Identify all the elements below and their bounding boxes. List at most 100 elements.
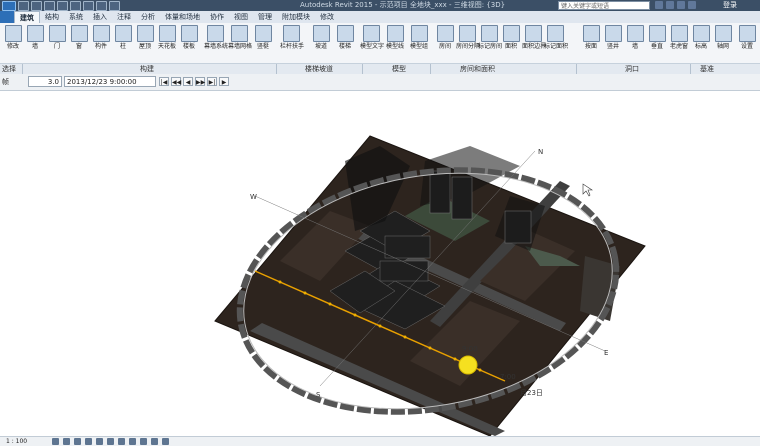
ribbon-button-3[interactable]: 窗	[68, 24, 90, 62]
application-menu-button[interactable]	[0, 11, 14, 23]
open-icon[interactable]	[18, 0, 29, 11]
tab-8[interactable]: 视图	[229, 11, 253, 23]
lock-view-icon[interactable]	[118, 438, 125, 445]
tab-11[interactable]: 修改	[315, 11, 339, 23]
ribbon-button-11[interactable]: 竖梃	[252, 24, 274, 62]
highlight-icon[interactable]	[162, 438, 169, 445]
ribbon-button-label: 构件	[94, 43, 107, 50]
ribbon-button-15[interactable]: 模型文字	[360, 24, 384, 62]
ribbon-button-0[interactable]: 修改	[2, 24, 24, 62]
ribbon-button-9[interactable]: 幕墙系统	[204, 24, 228, 62]
play-button[interactable]: ▶	[219, 77, 229, 86]
ribbon-button-6[interactable]: 屋顶	[134, 24, 156, 62]
ribbon-button-29[interactable]: 标高	[690, 24, 712, 62]
tab-9[interactable]: 管理	[253, 11, 277, 23]
panel-label-4[interactable]: 房间和面积	[460, 64, 495, 74]
ribbon-button-14[interactable]: 楼梯	[334, 24, 356, 62]
panel-label-5[interactable]: 洞口	[625, 64, 639, 74]
ribbon-button-13[interactable]: 坡道	[310, 24, 332, 62]
ribbon-button-17[interactable]: 模型组	[408, 24, 430, 62]
reveal-hidden-icon[interactable]	[140, 438, 147, 445]
prev-key-button[interactable]: ◀	[183, 77, 193, 86]
end-time-label: 7:00	[500, 373, 516, 381]
sun-marker[interactable]	[458, 355, 478, 375]
ribbon-button-8[interactable]: 楼板	[178, 24, 200, 62]
ribbon-button-5[interactable]: 柱	[112, 24, 134, 62]
ribbon-button-label: 屋顶	[138, 43, 151, 50]
sun-path-icon[interactable]	[74, 438, 81, 445]
3d-viewport[interactable]: 9:00 7:00 月23日 N S E W	[0, 91, 760, 437]
datetime-input[interactable]: 2013/12/23 9:00:00	[64, 76, 156, 87]
tab-0[interactable]: 建筑	[14, 11, 40, 23]
ribbon-button-23[interactable]: 标记面积	[544, 24, 568, 62]
crop-view-icon[interactable]	[96, 438, 103, 445]
ribbon-button-25[interactable]: 竖井	[602, 24, 624, 62]
ribbon-button-4[interactable]: 构件	[90, 24, 112, 62]
temp-hide-icon[interactable]	[129, 438, 136, 445]
tab-2[interactable]: 系统	[64, 11, 88, 23]
ribbon-button-28[interactable]: 老虎窗	[668, 24, 690, 62]
shadows-icon[interactable]	[85, 438, 92, 445]
panel-label-6[interactable]: 基准	[700, 64, 714, 74]
next-key-button[interactable]: ▶▶	[195, 77, 205, 86]
ribbon-button-label: 楼梯	[338, 43, 351, 50]
component-icon	[92, 25, 110, 42]
ribbon-button-31[interactable]: 设置	[736, 24, 758, 62]
search-input[interactable]: 键入关键字或短语	[558, 1, 650, 10]
tab-10[interactable]: 附加模块	[277, 11, 315, 23]
ribbon-button-20[interactable]: 标记房间	[478, 24, 502, 62]
frame-input[interactable]: 3.0	[28, 76, 62, 87]
panel-label-2[interactable]: 楼梯坡道	[305, 64, 333, 74]
mouse-cursor-icon	[582, 183, 593, 197]
first-frame-button[interactable]: |◀	[159, 77, 169, 86]
text-icon[interactable]	[96, 0, 107, 11]
print-icon[interactable]	[70, 0, 81, 11]
ribbon-button-30[interactable]: 轴网	[712, 24, 734, 62]
user-icon[interactable]	[688, 1, 696, 9]
star-icon[interactable]	[677, 1, 685, 9]
ribbon-button-7[interactable]: 天花板	[156, 24, 178, 62]
tag-area-icon	[546, 25, 564, 42]
model-group-icon	[410, 25, 428, 42]
revit-logo-icon[interactable]	[2, 0, 16, 11]
save-icon[interactable]	[31, 0, 42, 11]
prev-frame-button[interactable]: ◀◀	[171, 77, 181, 86]
tab-1[interactable]: 结构	[40, 11, 64, 23]
last-frame-button[interactable]: ▶|	[207, 77, 217, 86]
panel-label-3[interactable]: 模型	[392, 64, 406, 74]
analysis-icon[interactable]	[151, 438, 158, 445]
tab-5[interactable]: 分析	[136, 11, 160, 23]
ribbon-button-label: 楼板	[182, 43, 195, 50]
ribbon-button-1[interactable]: 墙	[24, 24, 46, 62]
visual-style-icon[interactable]	[63, 438, 70, 445]
ribbon-button-18[interactable]: 房间	[434, 24, 456, 62]
show-crop-icon[interactable]	[107, 438, 114, 445]
panel-label-1[interactable]: 构建	[140, 64, 154, 74]
ribbon-button-19[interactable]: 房间分隔	[456, 24, 480, 62]
ribbon-button-21[interactable]: 面积	[500, 24, 522, 62]
measure-icon[interactable]	[83, 0, 94, 11]
ribbon-button-12[interactable]: 栏杆扶手	[280, 24, 304, 62]
subscription-icon[interactable]	[666, 1, 674, 9]
login-button[interactable]: 登录	[723, 0, 737, 11]
ribbon-button-2[interactable]: 门	[46, 24, 68, 62]
sun-time-label: 9:00	[462, 345, 478, 353]
redo-icon[interactable]	[57, 0, 68, 11]
ribbon-button-26[interactable]: 墙	[624, 24, 646, 62]
binoculars-icon[interactable]	[655, 1, 663, 9]
ribbon-button-label: 幕墙网格	[228, 43, 253, 50]
tab-4[interactable]: 注释	[112, 11, 136, 23]
tab-7[interactable]: 协作	[205, 11, 229, 23]
ribbon-button-24[interactable]: 按面	[580, 24, 602, 62]
detail-level-icon[interactable]	[52, 438, 59, 445]
tab-6[interactable]: 体量和场地	[160, 11, 205, 23]
panel-label-0[interactable]: 选择	[2, 64, 16, 74]
ribbon-button-16[interactable]: 模型线	[384, 24, 406, 62]
3d-view-icon[interactable]	[109, 0, 120, 11]
ribbon-button-10[interactable]: 幕墙网格	[228, 24, 253, 62]
ribbon-button-27[interactable]: 垂直	[646, 24, 668, 62]
shaft-icon	[604, 25, 622, 42]
tab-3[interactable]: 插入	[88, 11, 112, 23]
undo-icon[interactable]	[44, 0, 55, 11]
ribbon-button-22[interactable]: 面积边界	[522, 24, 546, 62]
